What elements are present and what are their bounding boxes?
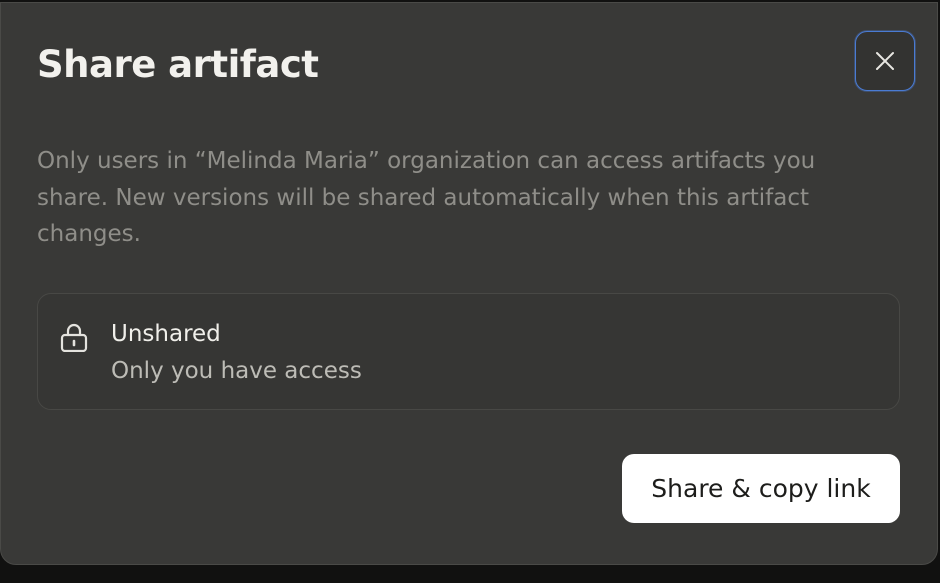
access-status-card: Unshared Only you have access: [37, 293, 900, 410]
access-status-detail: Only you have access: [111, 358, 362, 384]
dialog-title: Share artifact: [37, 43, 319, 86]
share-copy-link-button[interactable]: Share & copy link: [622, 454, 900, 523]
share-artifact-dialog: Share artifact Only users in “Melinda Ma…: [0, 2, 938, 565]
lock-icon: [60, 323, 88, 352]
sharing-description: Only users in “Melinda Maria” organizati…: [37, 148, 816, 247]
access-status-label: Unshared: [111, 321, 221, 347]
close-button[interactable]: [855, 31, 915, 91]
close-icon: [876, 52, 894, 70]
